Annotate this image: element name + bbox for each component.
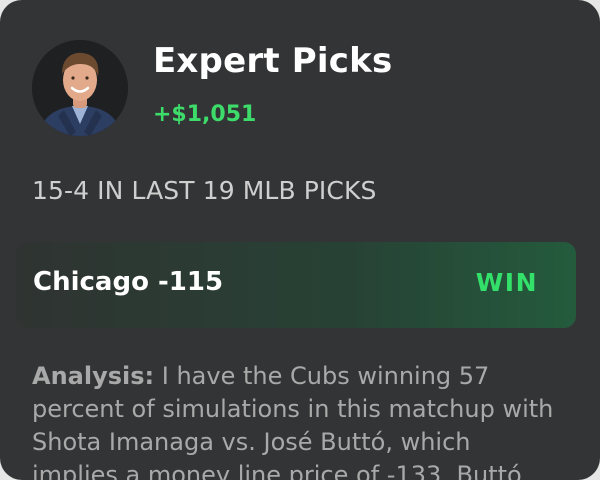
expert-picks-title: Expert Picks — [153, 41, 393, 81]
expert-picks-card: Expert Picks +$1,051 15-4 IN LAST 19 MLB… — [0, 0, 600, 480]
pick-label: Chicago -115 — [33, 267, 224, 297]
expert-avatar — [32, 40, 128, 136]
analysis-text: Analysis: I have the Cubs winning 57 per… — [32, 360, 562, 480]
avatar-photo-icon — [32, 40, 128, 136]
pick-row[interactable]: Chicago -115 WIN — [16, 242, 576, 328]
profit-amount: +$1,051 — [153, 102, 257, 127]
pick-record: 15-4 IN LAST 19 MLB PICKS — [32, 176, 377, 205]
analysis-label: Analysis: — [32, 362, 155, 390]
pick-result-badge: WIN — [475, 268, 538, 297]
